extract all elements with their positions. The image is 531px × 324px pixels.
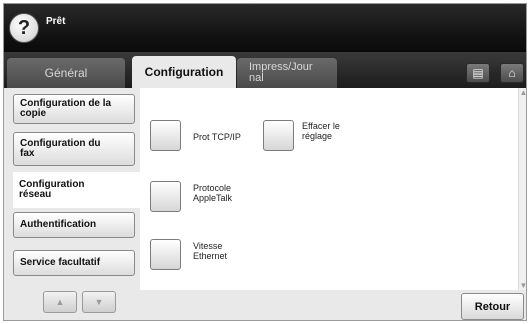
clear-settings-label: Effacer le réglage — [302, 121, 340, 141]
back-button[interactable]: Retour — [461, 293, 524, 320]
machine-status-text: Prêt — [46, 16, 66, 27]
sidebar-item-copy-config[interactable]: Configuration de la copie — [13, 94, 135, 124]
bottom-bar: Retour — [140, 290, 526, 320]
ethernet-speed-label: Vitesse Ethernet — [193, 241, 228, 261]
help-button[interactable]: ? — [9, 13, 39, 43]
tcpip-protocol-button[interactable] — [150, 120, 181, 151]
chevron-down-icon: ▼ — [519, 281, 527, 290]
help-icon: ? — [17, 16, 31, 39]
scroll-up-button[interactable]: ▲ — [43, 291, 77, 313]
tab-configuration[interactable]: Configuration — [132, 56, 236, 88]
options-scrollbar[interactable]: ▲ ▼ — [518, 88, 527, 290]
status-bar: ? Prêt — [4, 4, 526, 52]
tab-bar: Général Configuration Impress/Jour nal ▤… — [4, 52, 526, 88]
home-icon[interactable]: ⌂ — [500, 63, 524, 83]
copy-job-icon[interactable]: ▤ — [466, 63, 490, 83]
clear-settings-button[interactable] — [263, 120, 294, 151]
printer-panel-screen: ? Prêt Général Configuration Impress/Jou… — [3, 3, 527, 321]
sidebar: Configuration de la copie Configuration … — [4, 88, 141, 320]
ethernet-speed-button[interactable] — [150, 239, 181, 270]
chevron-up-icon: ▲ — [55, 297, 65, 307]
tab-general[interactable]: Général — [7, 58, 125, 88]
sidebar-item-fax-config[interactable]: Configuration du fax — [13, 132, 135, 166]
sidebar-item-network-config[interactable]: Configuration réseau — [13, 172, 141, 208]
tab-print-journal[interactable]: Impress/Jour nal — [237, 58, 337, 88]
options-panel: Prot TCP/IP Effacer le réglage Protocole… — [140, 88, 527, 320]
appletalk-protocol-button[interactable] — [150, 181, 181, 212]
scroll-down-button[interactable]: ▼ — [82, 291, 116, 313]
chevron-down-icon: ▼ — [94, 297, 104, 307]
tab-print-journal-line2: nal — [249, 72, 264, 84]
sidebar-item-optional-service[interactable]: Service facultatif — [13, 250, 135, 276]
sidebar-item-authentication[interactable]: Authentification — [13, 212, 135, 238]
appletalk-protocol-label: Protocole AppleTalk — [193, 183, 233, 203]
tcpip-protocol-label: Prot TCP/IP — [193, 132, 241, 142]
chevron-up-icon: ▲ — [519, 88, 527, 97]
